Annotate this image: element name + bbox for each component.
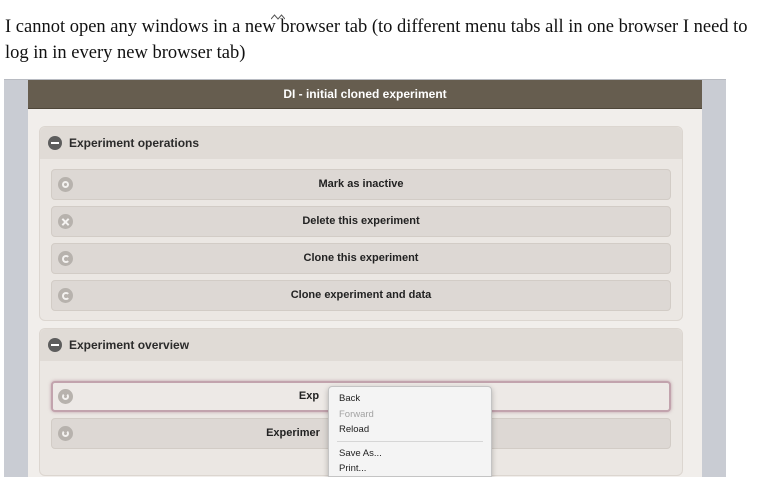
context-menu-separator — [337, 440, 483, 442]
experiment-operations-title: Experiment operations — [69, 136, 200, 150]
clone-experiment-label: Clone this experiment — [303, 252, 419, 264]
clone-experiment-data-label: Clone experiment and data — [290, 289, 432, 301]
context-menu: Back Forward Reload Save As... Print... — [328, 386, 492, 477]
mark-inactive-label: Mark as inactive — [318, 178, 404, 190]
page-title: DI - initial cloned experiment — [28, 80, 702, 109]
question-text-part1: I cannot open any windows in a new — [5, 17, 276, 37]
clone-experiment-button[interactable]: Clone this experiment — [51, 243, 671, 274]
experiment-operations-header[interactable]: Experiment operations — [40, 127, 682, 159]
context-menu-forward[interactable]: Forward — [329, 407, 491, 423]
delete-experiment-button[interactable]: Delete this experiment — [51, 206, 671, 237]
clone-experiment-data-button[interactable]: Clone experiment and data — [51, 280, 671, 311]
refresh-icon — [58, 288, 73, 303]
question-text: I cannot open any windows in a new brows… — [5, 14, 775, 66]
collapse-icon — [48, 338, 62, 352]
context-menu-back[interactable]: Back — [329, 391, 491, 407]
context-menu-reload[interactable]: Reload — [329, 422, 491, 438]
delete-icon — [58, 214, 73, 229]
gear-icon — [58, 177, 73, 192]
context-menu-save-as[interactable]: Save As... — [329, 446, 491, 462]
collapse-icon — [48, 136, 62, 150]
arrow-icon — [58, 426, 73, 441]
arrow-icon — [58, 389, 73, 404]
context-menu-print[interactable]: Print... — [329, 461, 491, 476]
experiment-overview-button-2-label: Experimer — [266, 427, 320, 439]
experiment-overview-title: Experiment overview — [69, 338, 190, 352]
experiment-overview-header[interactable]: Experiment overview — [40, 329, 682, 361]
experiment-operations-section: Experiment operations Mark as inactive D… — [39, 126, 683, 321]
refresh-icon — [58, 251, 73, 266]
delete-experiment-label: Delete this experiment — [302, 215, 420, 227]
mark-inactive-button[interactable]: Mark as inactive — [51, 169, 671, 200]
experiment-overview-button-label: Exp — [298, 390, 320, 402]
